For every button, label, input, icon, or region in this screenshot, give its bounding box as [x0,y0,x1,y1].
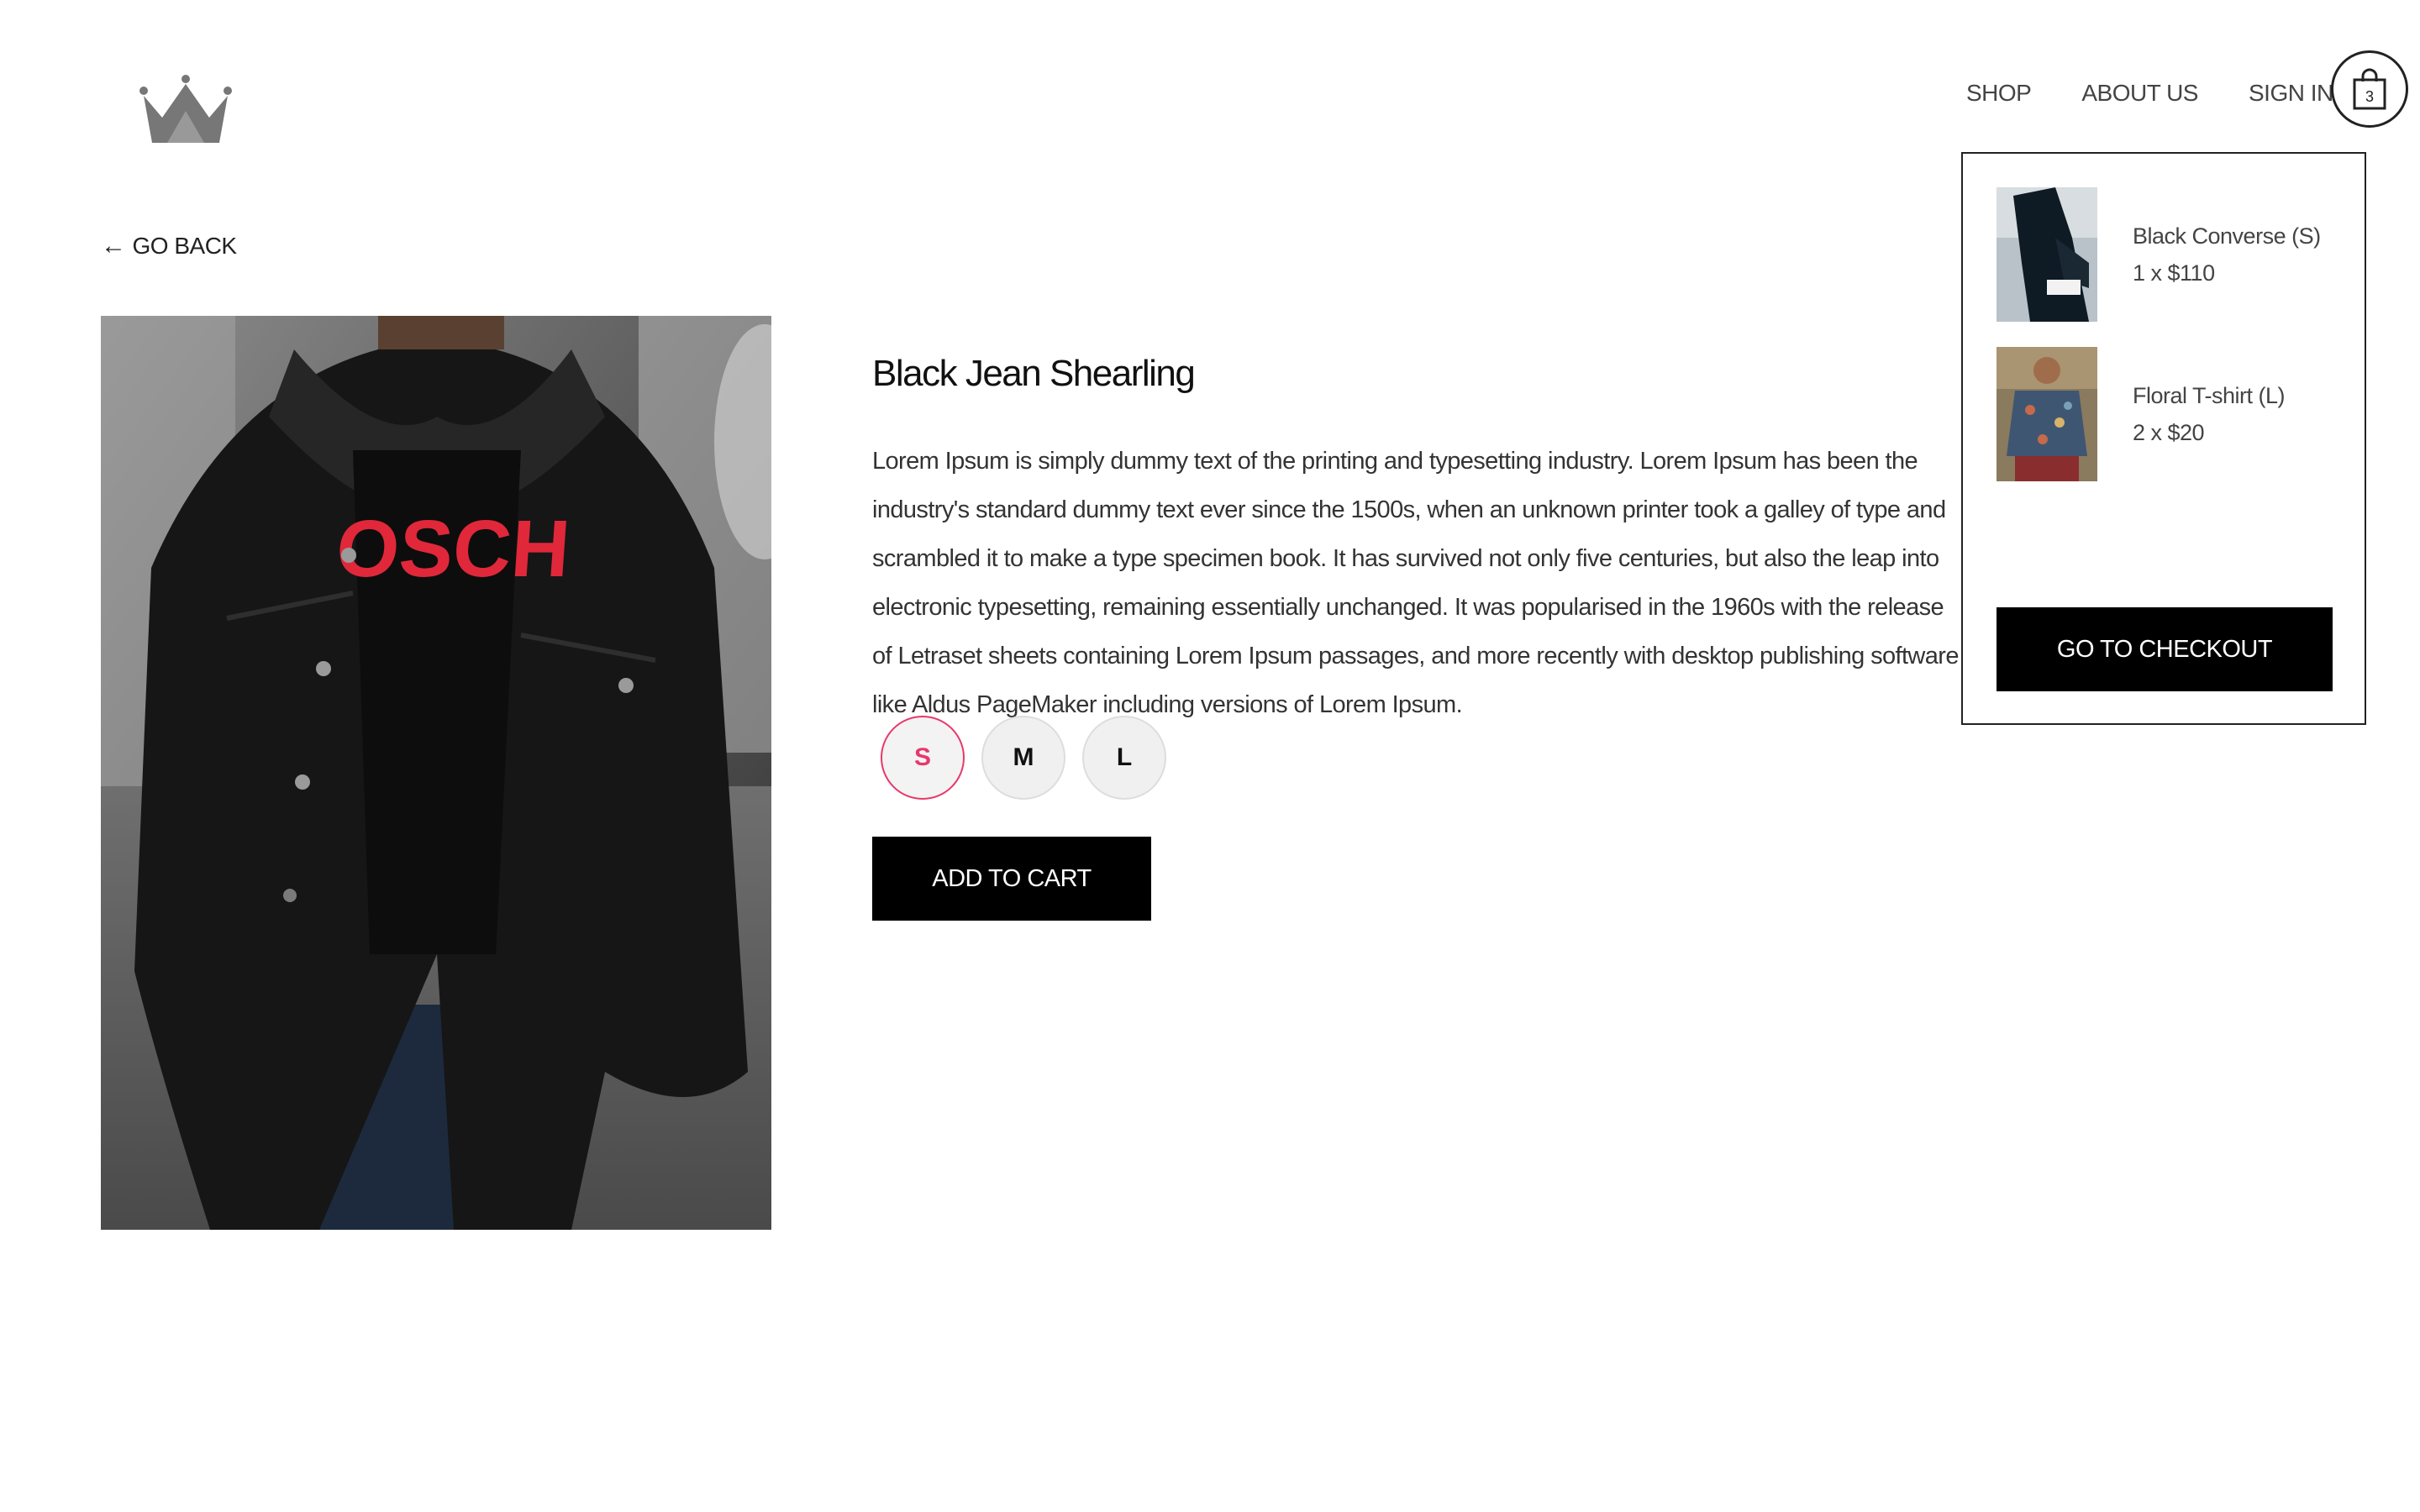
cart-item[interactable]: Black Converse (S) 1 x $110 [1996,187,2349,322]
size-selector: S M L [881,716,1183,800]
cart-item-qty-price: 1 x $110 [2133,260,2215,286]
add-to-cart-button[interactable]: ADD TO CART [872,837,1151,921]
cart-item-name: Floral T-shirt (L) [2133,383,2286,408]
product-image: OSCH [101,316,771,1230]
cart-count: 3 [2365,88,2374,105]
arrow-left-icon: ← [101,232,126,260]
cart-item-text: Black Converse (S) 1 x $110 [2133,218,2321,291]
product-description: Lorem Ipsum is simply dummy text of the … [872,448,1959,718]
cart-item-text: Floral T-shirt (L) 2 x $20 [2133,377,2286,451]
nav-about-us[interactable]: ABOUT US [2081,80,2198,107]
nav-sign-in[interactable]: SIGN IN [2249,80,2333,107]
go-back-link[interactable]: ← GO BACK [101,232,237,260]
cart-item-image [1996,347,2097,481]
crown-logo-icon[interactable] [139,72,233,146]
cart-item-name: Black Converse (S) [2133,223,2321,249]
cart-dropdown: Black Converse (S) 1 x $110 Floral T-shi… [1961,152,2366,725]
cart-button[interactable]: 3 [2331,50,2408,128]
go-back-label: GO BACK [132,233,238,259]
size-option-s[interactable]: S [881,716,965,800]
main-nav: SHOP ABOUT US SIGN IN [1966,72,2384,114]
svg-text:OSCH: OSCH [334,504,573,594]
shopping-bag-icon: 3 [2353,68,2386,110]
size-option-m[interactable]: M [981,716,1065,800]
product-title: Black Jean Shearling [872,353,1196,394]
cart-item[interactable]: Floral T-shirt (L) 2 x $20 [1996,347,2349,481]
go-to-checkout-button[interactable]: GO TO CHECKOUT [1996,607,2333,691]
size-option-l[interactable]: L [1082,716,1166,800]
cart-item-qty-price: 2 x $20 [2133,420,2205,445]
cart-item-image [1996,187,2097,322]
nav-shop[interactable]: SHOP [1966,80,2032,107]
